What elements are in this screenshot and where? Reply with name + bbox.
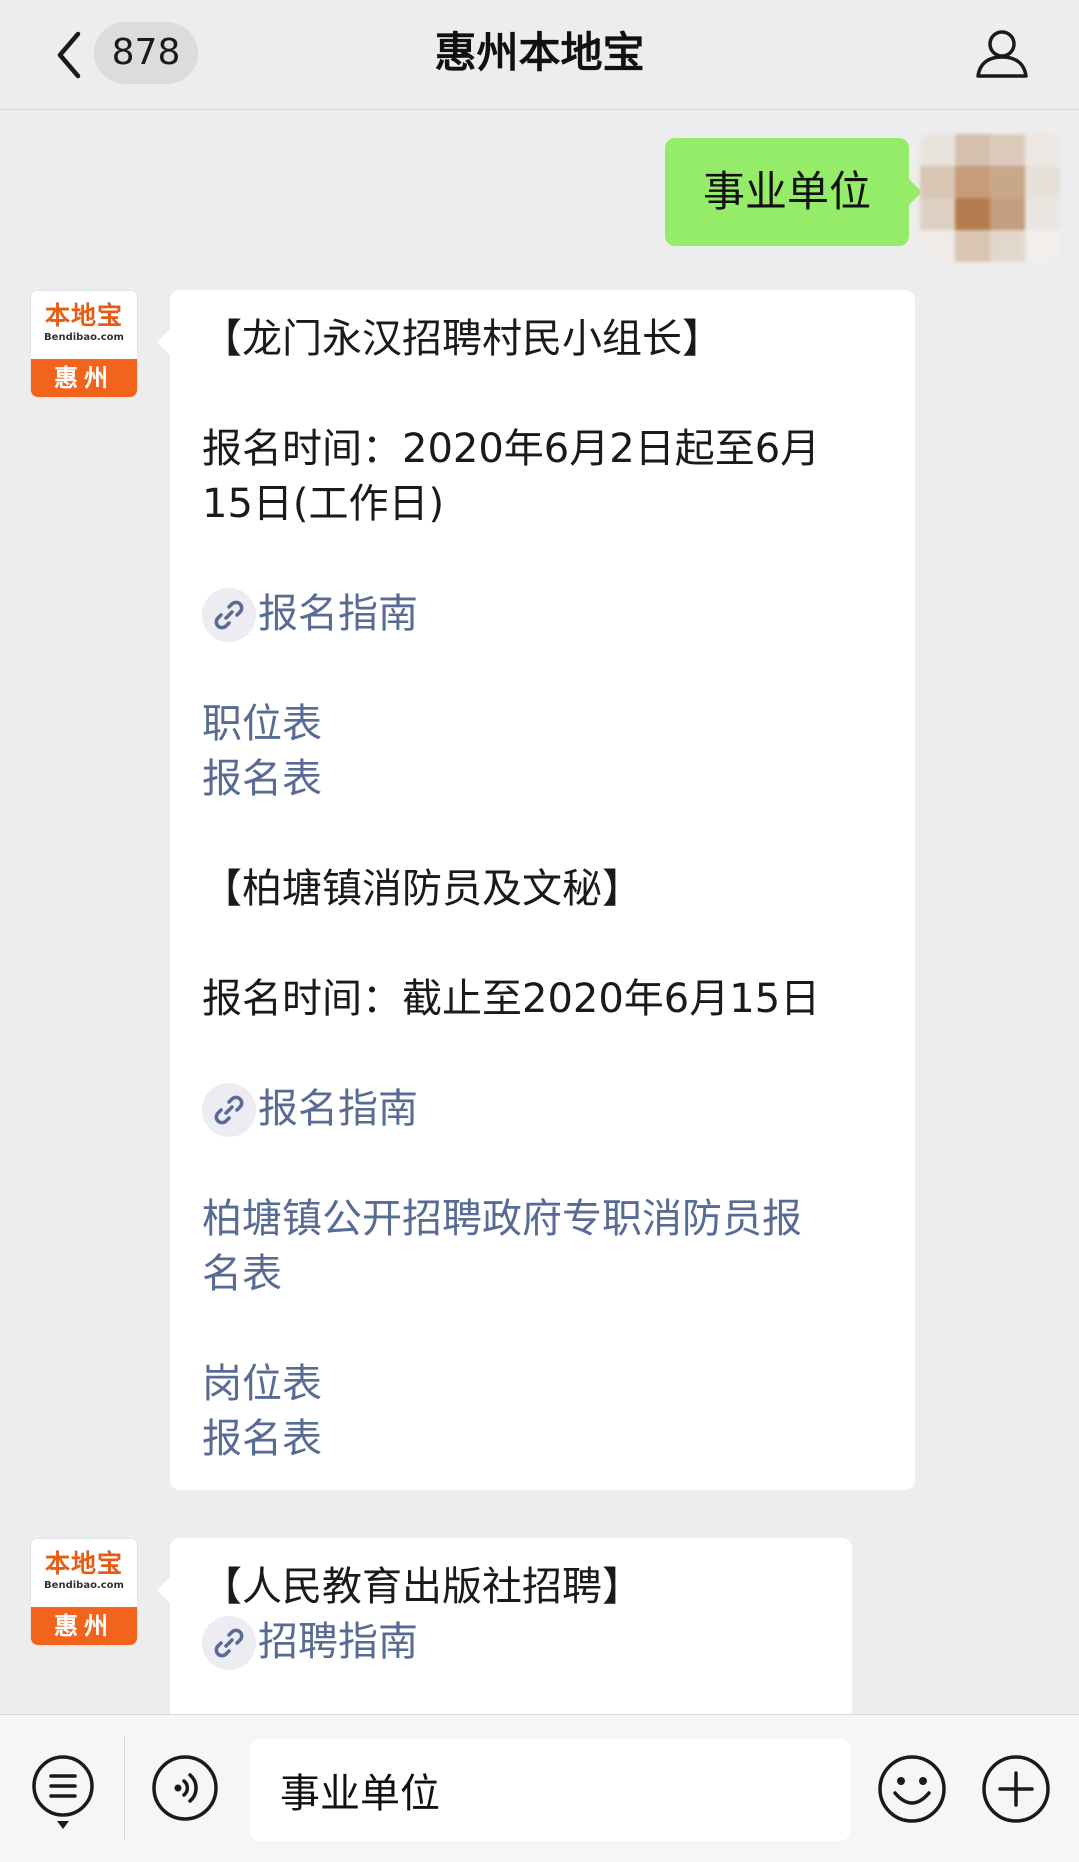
smiley-icon [878,1755,946,1823]
chevron-left-icon [57,31,81,79]
back-button[interactable] [44,22,94,88]
message-input[interactable] [250,1739,850,1841]
received-message-bubble: 【人民教育出版社招聘】 招聘指南 [157,1538,852,1738]
input-bar [0,1714,1079,1862]
post-table-link[interactable]: 岗位表 [202,1357,881,1412]
received-message-bubble: 【龙门永汉招聘村民小组长】 报名时间：2020年6月2日起至6月 15日(工作日… [157,290,915,1490]
oa-logo: 本地宝 Bendibao.com [31,291,137,361]
registration-time: 报名时间：截止至2020年6月15日 [202,976,821,1022]
profile-button[interactable] [969,24,1035,84]
registration-form-link[interactable]: 报名表 [202,752,881,807]
emoji-button[interactable] [876,1753,948,1825]
voice-icon [152,1755,218,1821]
person-icon [976,30,1028,78]
list-menu-icon [32,1755,94,1829]
guide-link[interactable]: 招聘指南 [202,1615,818,1670]
registration-form-link[interactable]: 报名表 [202,1412,881,1467]
guide-link-label[interactable]: 报名指南 [258,587,418,642]
menu-button[interactable] [30,1753,96,1833]
self-avatar[interactable] [920,134,1060,262]
position-table-link[interactable]: 职位表 [202,697,881,752]
registration-time-continued: 15日(工作日) [202,481,445,527]
section-title: 【柏塘镇消防员及文秘】 [202,866,642,912]
oa-domain-text: Bendibao.com [44,1580,124,1591]
link-icon [202,1082,256,1137]
voice-button[interactable] [150,1753,220,1823]
link-icon [202,1615,256,1670]
more-button[interactable] [980,1753,1052,1825]
sent-message-bubble[interactable]: 事业单位 [665,138,922,246]
oa-brand-text: 本地宝 [44,1549,123,1578]
guide-link[interactable]: 报名指南 [202,1082,881,1137]
chat-title: 惠州本地宝 [434,28,645,77]
oa-city-text: 惠州 [31,359,137,397]
oa-logo: 本地宝 Bendibao.com [31,1539,137,1609]
section-title: 【人民教育出版社招聘】 [202,1564,642,1610]
divider [124,1737,125,1841]
official-account-avatar[interactable]: 本地宝 Bendibao.com 惠州 [30,1538,138,1646]
section-title: 【龙门永汉招聘村民小组长】 [202,316,722,362]
guide-link[interactable]: 报名指南 [202,587,881,642]
guide-link-label[interactable]: 报名指南 [258,1082,418,1137]
registration-time: 报名时间：2020年6月2日起至6月 [202,426,821,472]
official-account-avatar[interactable]: 本地宝 Bendibao.com 惠州 [30,290,138,398]
chat-header: 878 惠州本地宝 [0,0,1079,110]
firefighter-form-link-continued[interactable]: 名表 [202,1247,881,1302]
unread-count-badge[interactable]: 878 [94,22,198,84]
oa-domain-text: Bendibao.com [44,332,124,343]
oa-city-text: 惠州 [31,1607,137,1645]
oa-brand-text: 本地宝 [44,301,123,330]
firefighter-form-link[interactable]: 柏塘镇公开招聘政府专职消防员报 [202,1192,881,1247]
guide-link-label[interactable]: 招聘指南 [258,1615,418,1670]
link-icon [202,587,256,642]
plus-icon [982,1755,1050,1823]
